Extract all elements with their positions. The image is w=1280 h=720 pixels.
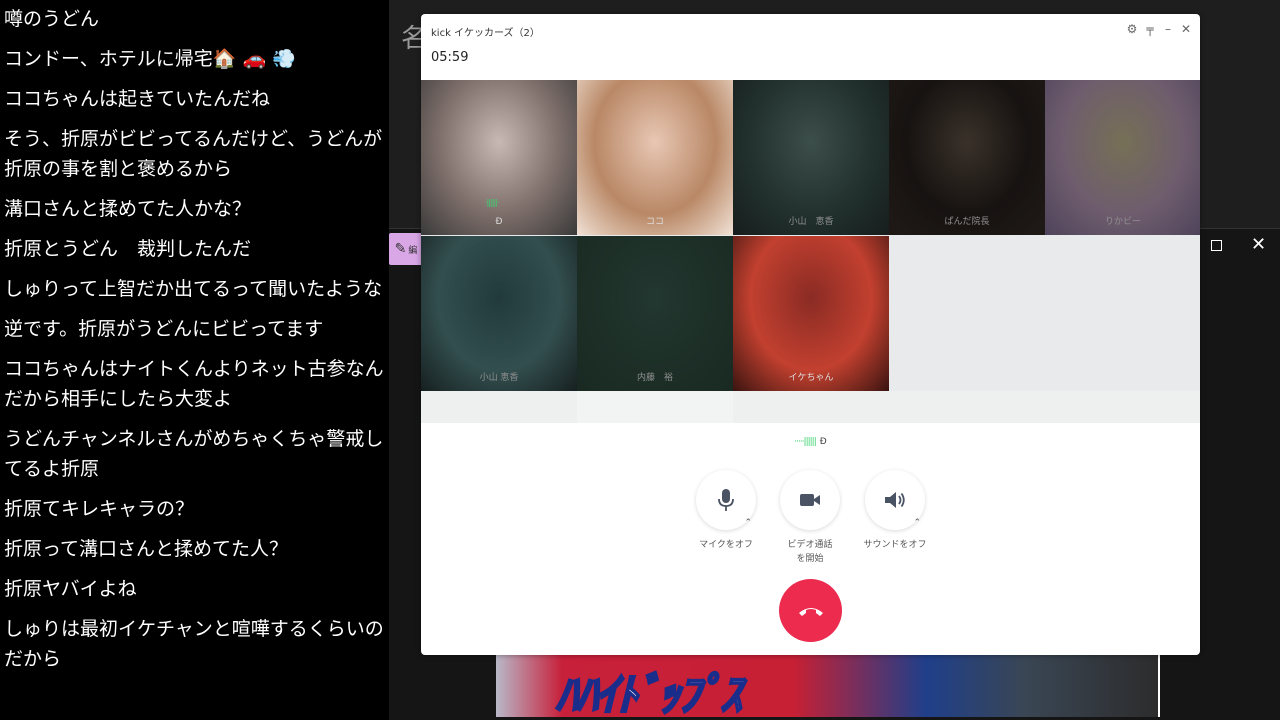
speaker-icon (885, 492, 905, 508)
participant-tile[interactable]: 内藤 裕 (577, 236, 733, 391)
participant-tile[interactable]: 小山 恵香 (733, 80, 889, 235)
chat-message: ココちゃんは起きていたんだね (4, 88, 271, 110)
close-icon[interactable]: ✕ (1180, 22, 1192, 36)
chat-message: うどんチャンネルさんがめちゃくちゃ警戒してるよ折原 (4, 428, 384, 480)
mic-label: マイクをオフ (699, 540, 753, 550)
participant-name: 小山 恵香 (788, 217, 834, 227)
sound-control[interactable]: ⌃ サウンドをオフ (863, 470, 927, 552)
chat-message: 溝口さんと揉めてた人かな？ (4, 198, 252, 220)
participant-name: イケちゃん (788, 373, 834, 383)
chevron-up-icon[interactable]: ⌃ (913, 518, 921, 528)
voice-level-icon: ·····|||||| (794, 437, 816, 447)
chevron-up-icon[interactable]: ⌃ (744, 518, 752, 528)
maximize-icon[interactable] (1211, 240, 1222, 251)
chat-message: 折原とうどん 裁判したんだ (4, 238, 252, 260)
participant-tile[interactable]: Ð ·||||||· (421, 80, 577, 235)
microphone-icon (718, 489, 734, 511)
video-camera-icon (800, 494, 820, 506)
chat-message: 噂のうどん (4, 8, 100, 30)
chat-message: 逆です。折原がうどんにビビってます (4, 318, 324, 340)
participant-tile[interactable]: りかビー (1045, 80, 1200, 235)
chat-message: 折原ヤバイよね (4, 578, 137, 600)
minimize-icon[interactable]: – (1162, 22, 1174, 36)
call-window: kick イケッカーズ（2） 05:59 ⚙ ╤ – ✕ Ð ·||||||· ココ… (421, 14, 1200, 655)
active-speaker: ·····|||||| Ð (421, 437, 1200, 447)
participant-name: ココ (645, 217, 664, 227)
phone-hangup-icon (798, 607, 823, 616)
video-control[interactable]: ビデオ通話を開始 (778, 470, 842, 566)
desktop: 噂のうどんコンドー、ホテルに帰宅🏠 🚗 💨 ココちゃんは起きていたんだねそう、折原… (0, 0, 1280, 720)
participant-grid: Ð ·||||||· ココ 小山 恵香 ぱんだ院長 りかビー 小山 恵香 内藤 裕イケちゃん (421, 80, 1200, 423)
chat-message: しゅりは最初イケチャンと喧嘩するくらいのだから (4, 618, 384, 670)
participant-tile[interactable]: イケちゃん (733, 236, 889, 391)
video-banner-text: ﾊﾊｲﾄﾞｯﾌﾟｽ (555, 669, 743, 717)
pin-icon[interactable]: ╤ (1144, 22, 1156, 36)
empty-tiles (421, 391, 1200, 423)
window-controls: ⚙ ╤ – ✕ (1126, 22, 1192, 36)
call-title: kick イケッカーズ（2） (431, 28, 540, 39)
chat-message: 折原って溝口さんと揉めてた人？ (4, 538, 289, 560)
chat-message: そう、折原がビビってるんだけど、うどんが折原の事を割と褒めるから (4, 128, 383, 180)
edit-button[interactable]: ✎ 編 (389, 233, 423, 265)
mic-control[interactable]: ⌃ マイクをオフ (694, 470, 758, 552)
chat-message: しゅりって上智だか出てるって聞いたような (4, 278, 383, 300)
edit-label: 編 (408, 245, 418, 256)
video-label: ビデオ通話を開始 (787, 540, 833, 564)
participant-name: ぱんだ院長 (944, 217, 990, 227)
participant-name: りかビー (1104, 217, 1141, 227)
background-video: ﾊﾊｲﾄﾞｯﾌﾟｽ (496, 655, 1160, 717)
participant-tile[interactable]: ぱんだ院長 (889, 80, 1045, 235)
video-button[interactable] (780, 470, 840, 530)
mic-button[interactable]: ⌃ (696, 470, 756, 530)
hang-up-button[interactable] (779, 579, 842, 642)
participant-tile[interactable]: ココ (577, 80, 733, 235)
voice-level-icon: ·||||||· (485, 198, 499, 207)
participant-name: 小山 恵香 (479, 373, 519, 383)
close-icon[interactable]: ✕ (1251, 234, 1266, 255)
chat-message: 折原てキレキャラの？ (4, 498, 195, 520)
chat-message: コンドー、ホテルに帰宅🏠 🚗 💨 (4, 48, 296, 70)
call-timer: 05:59 (431, 50, 469, 65)
settings-icon[interactable]: ⚙ (1126, 22, 1138, 36)
active-speaker-name: Ð (819, 437, 827, 447)
participant-name: 内藤 裕 (636, 373, 673, 383)
sound-button[interactable]: ⌃ (865, 470, 925, 530)
chat-log: 噂のうどんコンドー、ホテルに帰宅🏠 🚗 💨 ココちゃんは起きていたんだねそう、折原… (0, 0, 389, 720)
sound-label: サウンドをオフ (863, 540, 927, 550)
chat-message: ココちゃんはナイトくんよりネット古参なんだから相手にしたら大変よ (4, 358, 384, 410)
participant-tile[interactable]: 小山 恵香 (421, 236, 577, 391)
participant-name: Ð (495, 217, 503, 227)
